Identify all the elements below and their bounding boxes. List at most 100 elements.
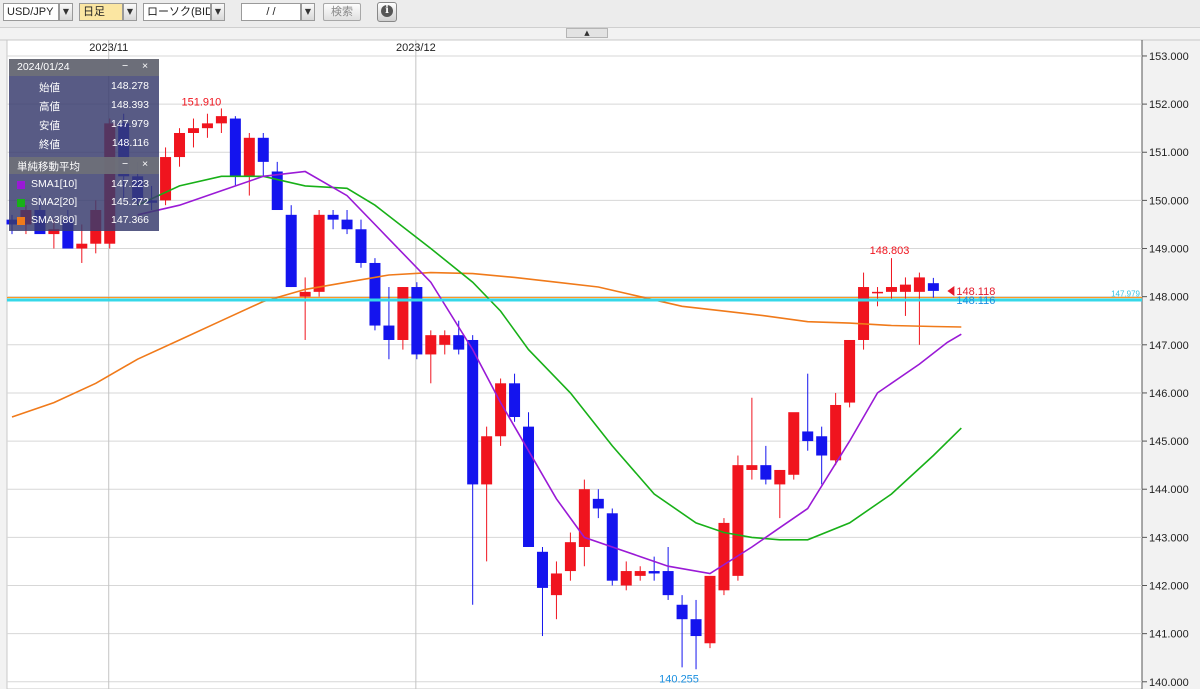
ma-title: 単純移動平均 [17,161,80,173]
sma2-swatch [17,199,25,207]
high-label: 151.910 [182,96,222,108]
chart-type-select[interactable]: ローソク(BID) [143,3,211,21]
date-dropdown-icon[interactable]: ▼ [301,3,315,21]
ohlc-label: 終値 [39,139,60,151]
low-label: 140.255 [659,674,699,686]
candle-up [174,132,186,158]
y-tick-label: 145.000 [1149,436,1189,448]
low-price-label: 147.979 [1111,290,1140,299]
candle-up [634,571,646,576]
y-tick-label: 153.000 [1149,51,1189,63]
candle-down [229,118,241,177]
y-tick-label: 151.000 [1149,147,1189,159]
candle-down [802,431,814,442]
candle-down [536,551,548,588]
candle-up [187,128,199,133]
candle-down [341,219,353,230]
ohlc-value: 148.393 [111,99,149,111]
y-tick-label: 148.000 [1149,292,1189,304]
date-input[interactable]: / / [241,3,301,21]
candle-down [369,262,381,326]
timeframe-dropdown-icon[interactable]: ▼ [123,3,137,21]
y-tick-label: 143.000 [1149,532,1189,544]
candle-up [439,335,451,345]
candle-up [830,404,842,461]
candle-up [550,573,562,596]
ohlc-row-low: 安値 147.979 [9,115,159,134]
ohlc-value: 148.278 [111,80,149,92]
panel-date: 2024/01/24 [17,61,70,73]
currency-pair-select[interactable]: USD/JPY [3,3,59,21]
candle-up [243,137,255,177]
candle-up [481,436,493,485]
ohlc-info-panel[interactable]: 2024/01/24 − × 始値 148.278 高値 148.393 安値 147… [9,59,159,231]
candle-up [704,575,716,644]
candle-up [788,412,800,475]
candle-up [774,469,786,485]
candle-down [816,436,828,456]
candle-down [467,339,479,485]
ma-value: 147.366 [111,214,149,226]
candle-down [592,498,604,509]
ma-value: 145.272 [111,196,149,208]
x-tick-label: 2023/11 [89,42,128,54]
currency-pair-dropdown-icon[interactable]: ▼ [59,3,73,21]
ma-label: SMA2[20] [31,196,78,208]
minimize-icon[interactable]: − [122,60,128,72]
ohlc-row-close: 終値 148.116 [9,134,159,153]
info-icon: i [381,5,393,17]
ma-header: 単純移動平均 − × [9,157,159,174]
minimize-icon[interactable]: − [122,158,128,170]
x-tick-label: 2023/12 [396,42,436,54]
candle-down [648,571,660,574]
y-tick-label: 142.000 [1149,580,1189,592]
candle-up [746,465,758,470]
candle-up [397,287,409,340]
candle-down [927,283,939,291]
sma3-row: SMA3[80] 147.366 [9,212,159,230]
candle-down [453,335,465,350]
close-icon[interactable]: × [142,158,148,170]
candle-up [885,287,897,292]
close-icon[interactable]: × [142,60,148,72]
ohlc-row-high: 高値 148.393 [9,96,159,115]
candle-up [299,291,311,297]
ohlc-value: 147.979 [111,118,149,130]
recent-high-label: 148.803 [870,245,910,257]
candle-up [732,465,744,576]
candle-down [285,214,297,288]
candle-down [411,287,423,355]
candle-down [383,325,395,340]
y-tick-label: 150.000 [1149,195,1189,207]
candle-up [76,243,88,249]
sma1-row: SMA1[10] 147.223 [9,176,159,194]
ohlc-row-open: 始値 148.278 [9,77,159,96]
sma2-row: SMA2[20] 145.272 [9,194,159,212]
ma-label: SMA3[80] [31,214,78,226]
search-button[interactable]: 検索 [323,3,361,21]
ma-value: 147.223 [111,178,149,190]
panel-header: 2024/01/24 − × [9,59,159,76]
candle-up [899,284,911,292]
collapse-toolbar-button[interactable]: ▲ [566,28,608,38]
candle-up [313,214,325,292]
sma1-swatch [17,181,25,189]
candle-up [913,277,925,292]
candle-down [662,571,674,596]
y-tick-label: 152.000 [1149,99,1189,111]
candle-down [257,137,269,162]
candle-up [215,116,227,124]
chart-type-dropdown-icon[interactable]: ▼ [211,3,225,21]
candle-down [355,229,367,263]
candle-up [844,339,856,403]
ohlc-value: 148.116 [111,137,149,149]
candle-down [327,214,339,220]
ohlc-label: 高値 [39,101,60,113]
y-tick-label: 140.000 [1149,677,1189,689]
price-chart[interactable]: 140.000 141.000 142.000 143.000 144.000 145.0… [0,0,1200,689]
candle-up [620,571,632,586]
ohlc-label: 始値 [39,82,60,94]
y-tick-label: 141.000 [1149,629,1189,641]
timeframe-select[interactable]: 日足 [79,3,123,21]
info-button[interactable]: i [377,2,397,22]
